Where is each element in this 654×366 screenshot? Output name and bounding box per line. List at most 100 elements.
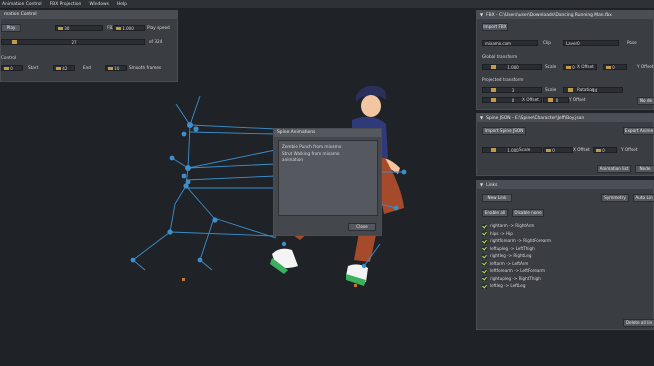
fbx-scale-thumb[interactable] — [491, 65, 496, 69]
link-row[interactable]: rightleg -> RightLeg — [482, 252, 650, 260]
control-section-label: Control — [1, 55, 17, 60]
link-label: leftupleg -> LeftThigh — [490, 245, 535, 251]
proj-y-thumb[interactable] — [548, 98, 553, 102]
proj-x-thumb[interactable] — [491, 98, 496, 102]
proj-scale-slider[interactable]: 3 — [482, 87, 542, 93]
spine-scale-slider[interactable]: 1.000 — [482, 147, 542, 153]
link-row[interactable]: leftarm -> LeftArm — [482, 260, 650, 268]
frame-total: of 324 — [149, 39, 163, 44]
end-value: 42 — [62, 66, 68, 71]
proj-scale-value: 3 — [511, 88, 515, 93]
link-row[interactable]: leftforearm -> LeftForearm — [482, 267, 650, 275]
link-label: rightupleg -> RightThigh — [490, 275, 541, 281]
link-row[interactable]: rightforearm -> RightForearm — [482, 237, 650, 245]
enable-all-button[interactable]: Enable all — [482, 209, 508, 217]
spine-animations-dialog: Spine Animations Zombie Punch from mixam… — [273, 128, 382, 236]
link-checkbox[interactable] — [482, 246, 487, 251]
export-anime-button[interactable]: Export Anime — [623, 127, 654, 135]
spine-scale-thumb[interactable] — [491, 148, 496, 152]
start-slider-thumb[interactable] — [4, 67, 9, 70]
source-select[interactable]: mixamo.com — [482, 40, 538, 46]
link-checkbox[interactable] — [482, 276, 487, 281]
smooth-value: 10 — [114, 66, 120, 71]
animation-list-item[interactable]: animation — [282, 157, 374, 164]
fbx-yoffset-slider[interactable]: 0 — [603, 64, 627, 70]
start-slider[interactable]: 0 — [1, 65, 23, 71]
disable-none-button[interactable]: Disable none — [512, 209, 544, 217]
collapse-triangle-icon[interactable]: ▼ — [480, 114, 483, 122]
spine-xoffset-slider[interactable]: 0 — [543, 147, 573, 153]
clip-label: Clip — [543, 40, 551, 45]
fbx-titlebar[interactable]: ▼ FBX - C:\Users\user\Downloads\Dancing R… — [477, 11, 653, 19]
link-label: rightarm -> RightArm — [490, 223, 535, 228]
link-checkbox[interactable] — [482, 223, 487, 229]
link-checkbox[interactable] — [482, 261, 487, 266]
proj-scale-thumb[interactable] — [491, 88, 496, 92]
smooth-slider-thumb[interactable] — [108, 67, 113, 70]
links-titlebar[interactable]: ▼ Links — [477, 181, 653, 189]
link-checkbox[interactable] — [482, 283, 487, 289]
dialog-close-button[interactable]: Close — [348, 223, 376, 231]
frame-slider-thumb[interactable] — [12, 40, 17, 44]
link-checkbox[interactable] — [482, 268, 487, 274]
proj-y-slider[interactable]: 0 — [543, 97, 569, 103]
speed-slider[interactable]: 1.000 — [113, 25, 145, 31]
smooth-slider[interactable]: 10 — [105, 65, 127, 71]
auto-link-button[interactable]: Auto Lin — [633, 194, 654, 202]
menu-windows[interactable]: Windows — [89, 2, 109, 7]
animation-control-title: mation Control — [4, 12, 37, 17]
fbx-node-button[interactable]: No de — [637, 97, 654, 105]
rotation-thumb[interactable] — [568, 88, 573, 92]
link-row[interactable]: rightarm -> RightArm — [482, 222, 650, 230]
pose-label: Pose — [627, 40, 637, 45]
links-list: rightarm -> RightArm hips -> Hip rightfo… — [482, 222, 650, 290]
proj-y-label: Y Offset — [569, 97, 586, 102]
animation-control-titlebar[interactable]: mation Control — [1, 11, 177, 19]
link-checkbox[interactable] — [482, 238, 487, 244]
symmetry-button[interactable]: Symmetry — [601, 194, 629, 202]
link-checkbox[interactable] — [482, 253, 487, 259]
import-fbx-button[interactable]: Import FBX — [482, 23, 508, 31]
menu-help[interactable]: Help — [117, 2, 127, 7]
end-label: End — [83, 65, 91, 70]
link-label: rightforearm -> RightForearm — [490, 238, 552, 243]
link-checkbox[interactable] — [482, 231, 487, 236]
animation-list-button[interactable]: Animation list — [597, 165, 631, 173]
fbx-yoffset-thumb[interactable] — [606, 66, 611, 69]
fps-slider-thumb[interactable] — [58, 27, 63, 30]
link-row[interactable]: rightupleg -> RightThigh — [482, 275, 650, 283]
link-row[interactable]: leftupleg -> LeftThigh — [482, 245, 650, 253]
dialog-titlebar[interactable]: Spine Animations — [274, 129, 381, 137]
fps-value: 30 — [64, 26, 70, 31]
fbx-xoffset-thumb[interactable] — [566, 66, 571, 69]
collapse-triangle-icon[interactable]: ▼ — [480, 11, 483, 19]
spine-yoffset-slider[interactable]: 0 — [593, 147, 617, 153]
fps-slider[interactable]: 30 — [55, 25, 103, 31]
start-label: Start — [28, 65, 39, 70]
end-slider-thumb[interactable] — [56, 67, 61, 70]
speed-slider-thumb[interactable] — [116, 27, 121, 30]
frame-slider[interactable]: 27 — [1, 39, 145, 45]
link-row[interactable]: hips -> Hip — [482, 230, 650, 238]
rotation-label: Rotation — [577, 87, 595, 92]
links-title: Links — [486, 183, 498, 188]
spine-titlebar[interactable]: ▼ Spine JSON - E:\Spine\Character\Jeff\Bo… — [477, 114, 653, 122]
play-button[interactable]: Play — [1, 24, 21, 32]
import-spine-button[interactable]: Import Spine JSON — [482, 127, 526, 135]
spine-yoffset-thumb[interactable] — [596, 149, 601, 152]
spine-node-button[interactable]: Node — [635, 165, 654, 173]
dialog-title: Spine Animations — [277, 130, 316, 135]
link-label: leftforearm -> LeftForearm — [490, 268, 545, 273]
fbx-scale-slider[interactable]: 1.000 — [482, 64, 542, 70]
frame-value: 27 — [71, 40, 77, 45]
link-row[interactable]: leftleg -> LeftLeg — [482, 282, 650, 290]
fbx-title: FBX - C:\Users\user\Downloads\Dancing Ru… — [486, 13, 612, 18]
layer-select[interactable]: Layer0 — [563, 40, 619, 46]
menu-animation-control[interactable]: Animation Control — [2, 2, 42, 7]
new-link-button[interactable]: New Link — [482, 194, 512, 202]
delete-all-links-button[interactable]: Delete all lin — [623, 319, 654, 327]
menu-fbx-projection[interactable]: FBX Projection — [50, 2, 82, 7]
spine-xoffset-thumb[interactable] — [546, 149, 551, 152]
end-slider[interactable]: 42 — [53, 65, 75, 71]
collapse-triangle-icon[interactable]: ▼ — [480, 181, 483, 189]
